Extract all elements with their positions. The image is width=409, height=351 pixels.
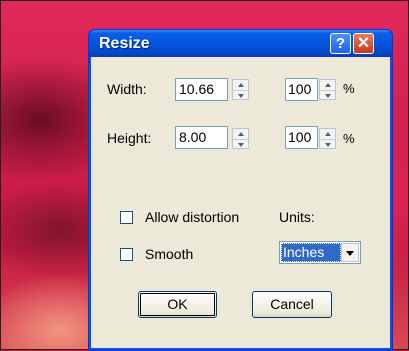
width-label: Width: — [107, 81, 147, 97]
dropdown-arrow-icon[interactable] — [341, 243, 359, 262]
units-select[interactable]: Inches — [279, 241, 361, 264]
height-spinner[interactable] — [232, 128, 249, 149]
dialog-title: Resize — [99, 35, 150, 52]
width-spinner[interactable] — [232, 79, 249, 100]
spin-up-icon[interactable] — [320, 129, 335, 139]
width-percent-input[interactable]: 100 — [285, 78, 318, 101]
cancel-button[interactable]: Cancel — [252, 291, 332, 318]
resize-dialog: Resize ? ✕ Width: 10.66 100 % Height: 8.… — [88, 29, 393, 351]
spin-down-icon[interactable] — [233, 90, 248, 100]
spin-down-icon[interactable] — [320, 90, 335, 100]
allow-distortion-label[interactable]: Allow distortion — [145, 209, 239, 225]
spin-down-icon[interactable] — [320, 139, 335, 149]
spin-down-icon[interactable] — [233, 139, 248, 149]
ok-button[interactable]: OK — [138, 291, 217, 318]
title-bar[interactable]: Resize ? ✕ — [88, 29, 393, 57]
spin-up-icon[interactable] — [320, 80, 335, 90]
width-percent-spinner[interactable] — [319, 79, 336, 100]
help-button[interactable]: ? — [330, 33, 351, 54]
allow-distortion-checkbox[interactable] — [120, 211, 133, 224]
height-percent-input[interactable]: 100 — [285, 126, 318, 149]
width-percent-unit: % — [343, 81, 355, 96]
width-input[interactable]: 10.66 — [175, 78, 228, 101]
spin-up-icon[interactable] — [233, 129, 248, 139]
smooth-label[interactable]: Smooth — [145, 246, 193, 262]
units-label: Units: — [279, 209, 315, 225]
height-label: Height: — [107, 130, 152, 146]
close-button[interactable]: ✕ — [353, 33, 374, 54]
height-percent-spinner[interactable] — [319, 128, 336, 149]
smooth-checkbox[interactable] — [120, 248, 133, 261]
height-percent-unit: % — [343, 131, 355, 146]
height-input[interactable]: 8.00 — [175, 126, 228, 149]
spin-up-icon[interactable] — [233, 80, 248, 90]
units-selected-value[interactable]: Inches — [281, 243, 341, 262]
